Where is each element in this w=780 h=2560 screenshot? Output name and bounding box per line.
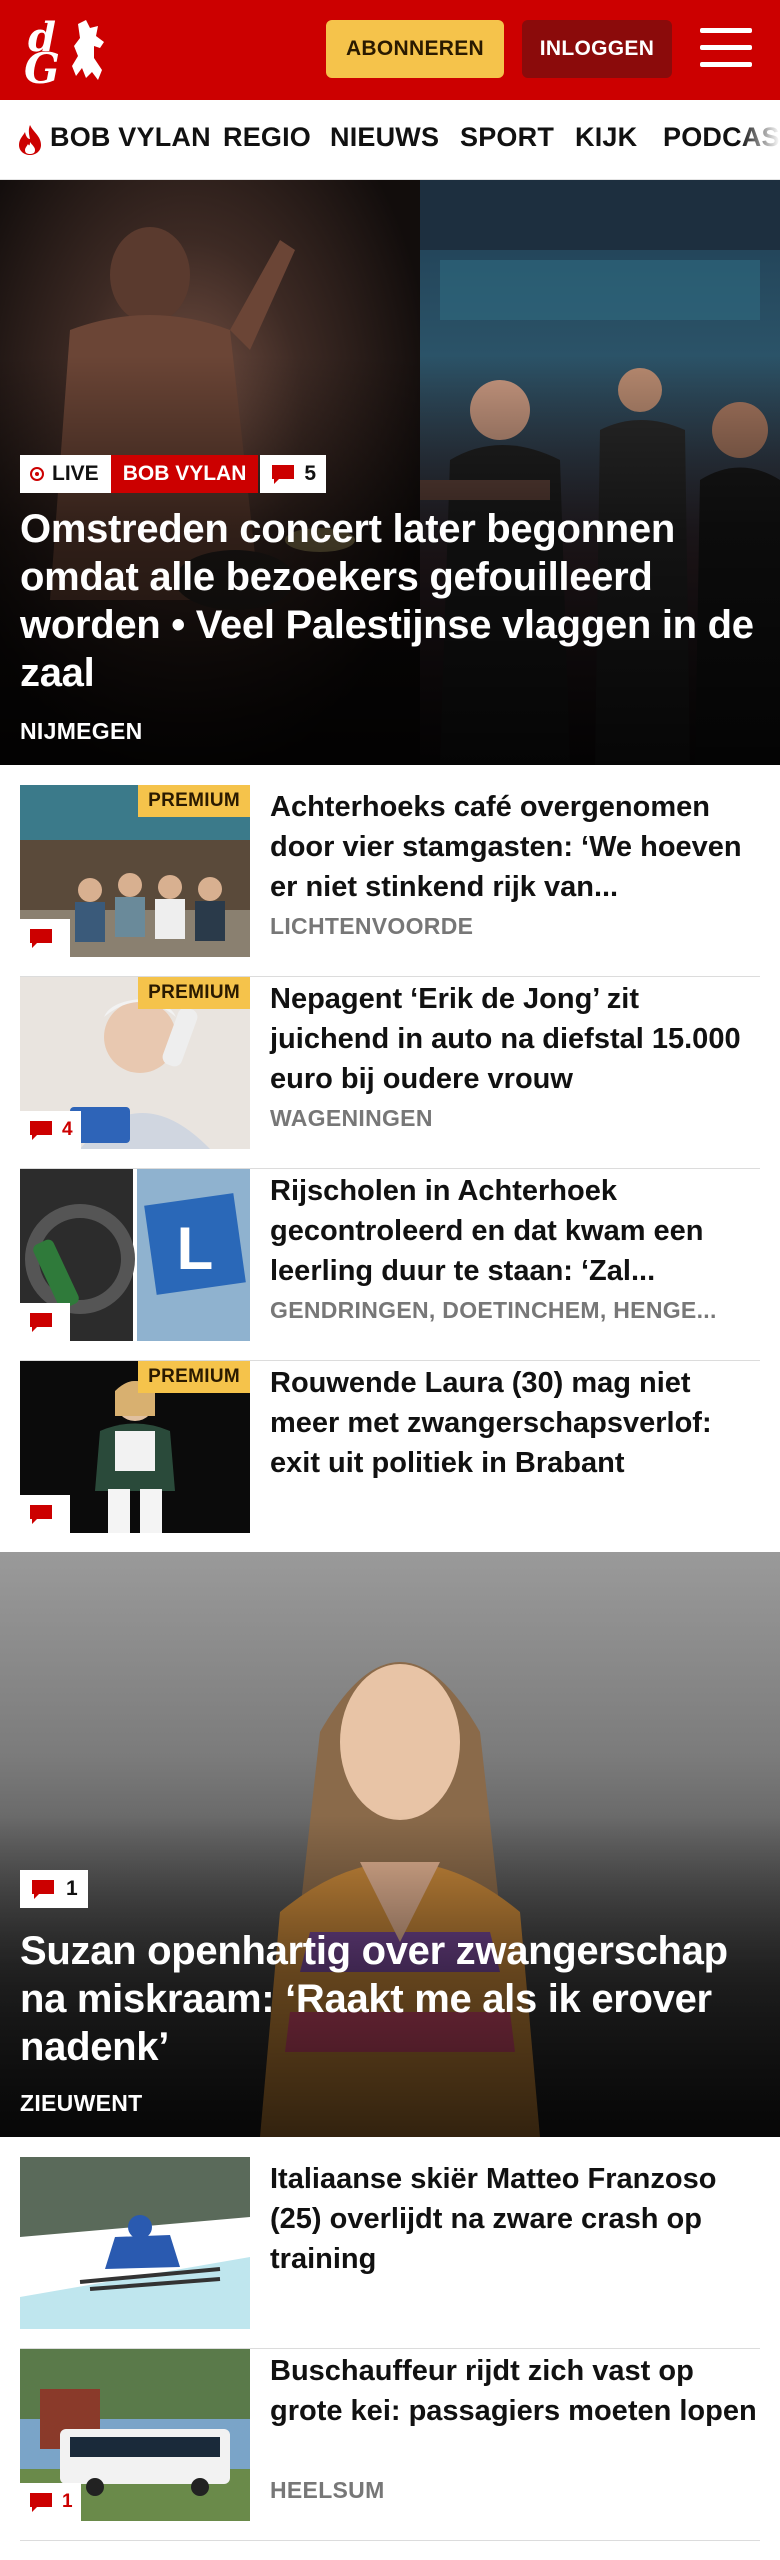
hero-badges: LIVE BOB VYLAN 5 (20, 455, 327, 493)
article-location: LICHTENVOORDE (270, 913, 474, 939)
logo-letter-g: G (24, 44, 60, 93)
nav-item-bob-vylan[interactable]: BOB VYLAN (50, 122, 211, 153)
comment-count: 1 (66, 1877, 78, 1900)
premium-badge: PREMIUM (138, 1361, 250, 1393)
comment-icon (32, 1880, 54, 1899)
comment-icon (30, 1121, 52, 1140)
comment-badge[interactable] (20, 919, 70, 957)
nav-item-kijk[interactable]: KIJK (575, 122, 637, 153)
nav-item-nieuws[interactable]: NIEUWS (330, 122, 439, 153)
article-title[interactable]: Buschauffeur rijdt zich vast op grote ke… (270, 2351, 760, 2431)
comment-icon (30, 929, 52, 948)
hamburger-icon[interactable] (700, 26, 752, 70)
article-thumbnail: PREMIUM (20, 785, 250, 957)
comment-badge[interactable]: 1 (20, 2483, 81, 2521)
comment-badge[interactable]: 5 (260, 455, 327, 493)
hero-location: NIJMEGEN (20, 718, 143, 744)
horse-emblem-icon (72, 20, 104, 80)
premium-badge: PREMIUM (138, 977, 250, 1009)
premium-badge: PREMIUM (138, 785, 250, 817)
article-location: GENDRINGEN, DOETINCHEM, HENGE... (270, 1297, 717, 1323)
comment-count: 1 (62, 2491, 73, 2512)
nav-item-regio[interactable]: REGIO (223, 122, 311, 153)
comment-icon (30, 2493, 52, 2512)
comment-badge[interactable]: 1 (20, 1870, 88, 1908)
top-bar: d G ABONNEREN INLOGGEN (0, 0, 780, 100)
feature-title[interactable]: Suzan openhartig over zwangerschap na mi… (20, 1927, 760, 2071)
list-item[interactable]: L Rijscholen in Achterhoek gecontroleerd… (20, 1169, 760, 1361)
hero-article[interactable]: LIVE BOB VYLAN 5 Omstreden concert later… (0, 180, 780, 765)
live-label: LIVE (52, 462, 99, 485)
comment-icon (272, 465, 295, 484)
list-item[interactable]: PREMIUM Rouwende Laura (30) mag niet mee… (20, 1361, 760, 1553)
comment-icon (30, 1313, 52, 1332)
flame-icon (19, 125, 41, 155)
list-item[interactable]: 1 Buschauffeur rijdt zich vast op grote … (20, 2349, 760, 2541)
comment-count: 4 (62, 1119, 73, 1140)
subscribe-button[interactable]: ABONNEREN (326, 20, 504, 78)
comment-badge[interactable]: 4 (20, 1111, 81, 1149)
article-thumbnail: PREMIUM 4 (20, 977, 250, 1149)
nav-fade (740, 100, 780, 179)
feature-article[interactable]: 1 Suzan openhartig over zwangerschap na … (0, 1552, 780, 2137)
article-title[interactable]: Italiaanse skiër Matteo Franzoso (25) ov… (270, 2159, 760, 2279)
article-title[interactable]: Achterhoeks café overgenomen door vier s… (270, 787, 760, 907)
article-title[interactable]: Rouwende Laura (30) mag niet meer met zw… (270, 1363, 760, 1483)
live-dot-icon (30, 467, 44, 481)
article-thumbnail: 1 (20, 2349, 250, 2521)
article-title[interactable]: Rijscholen in Achterhoek gecontroleerd e… (270, 1171, 760, 1291)
nav-item-sport[interactable]: SPORT (460, 122, 554, 153)
login-button[interactable]: INLOGGEN (522, 20, 672, 78)
article-thumbnail (20, 2157, 250, 2329)
list-item[interactable]: PREMIUM Achterhoeks café overgenomen doo… (20, 785, 760, 977)
l-sign-glyph: L (177, 1215, 214, 1282)
article-location: HEELSUM (270, 2477, 385, 2503)
article-thumbnail: L (20, 1169, 250, 1341)
site-logo[interactable]: d G (24, 12, 114, 93)
topic-tag[interactable]: BOB VYLAN (110, 455, 259, 493)
comment-icon (30, 1505, 52, 1524)
article-location: WAGENINGEN (270, 1105, 433, 1131)
comment-count: 5 (304, 462, 317, 485)
article-thumbnail: PREMIUM (20, 1361, 250, 1533)
list-item[interactable]: Italiaanse skiër Matteo Franzoso (25) ov… (20, 2157, 760, 2349)
comment-badge[interactable] (20, 1303, 70, 1341)
feature-location: ZIEUWENT (20, 2090, 143, 2116)
article-title[interactable]: Nepagent ‘Erik de Jong’ zit juichend in … (270, 979, 760, 1099)
live-badge: LIVE (20, 455, 111, 493)
hero-title[interactable]: Omstreden concert later begonnen omdat a… (20, 505, 760, 697)
section-nav: BOB VYLAN REGIO NIEUWS SPORT KIJK PODCAS (0, 100, 780, 180)
list-item[interactable]: PREMIUM 4 Nepagent ‘Erik de Jong’ zit ju… (20, 977, 760, 1169)
comment-badge[interactable] (20, 1495, 70, 1533)
